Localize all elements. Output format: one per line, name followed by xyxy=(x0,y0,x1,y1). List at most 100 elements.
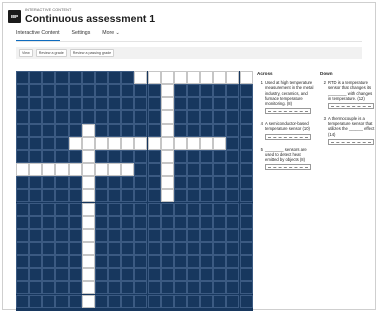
crossword-cell[interactable] xyxy=(160,71,174,85)
crossword-block xyxy=(94,84,108,98)
crossword-cell[interactable] xyxy=(68,163,82,177)
crossword-cell[interactable] xyxy=(226,71,240,85)
crossword-cell[interactable] xyxy=(213,71,227,85)
crossword-cell[interactable] xyxy=(81,149,95,163)
crossword-cell[interactable] xyxy=(55,163,69,177)
crossword-block xyxy=(16,176,30,190)
crossword-cell[interactable] xyxy=(213,136,227,150)
answer-input-across-4[interactable] xyxy=(265,133,311,140)
crossword-block xyxy=(186,97,201,111)
crossword-block xyxy=(239,84,253,98)
crossword-cell[interactable] xyxy=(160,163,174,177)
answer-input-across-1[interactable] xyxy=(265,108,311,115)
crossword-block xyxy=(226,123,240,137)
crossword-block xyxy=(226,84,240,98)
answer-input-down-2[interactable] xyxy=(328,103,374,110)
crossword-cell[interactable] xyxy=(81,163,95,177)
crossword-block xyxy=(42,255,56,269)
crossword-block xyxy=(226,189,240,203)
crossword-cell[interactable] xyxy=(108,163,122,177)
crossword-cell[interactable] xyxy=(186,71,201,85)
answer-input-across-5[interactable] xyxy=(265,164,311,171)
crossword-block xyxy=(68,123,82,137)
crossword-cell[interactable] xyxy=(108,136,122,150)
crossword-cell[interactable] xyxy=(134,136,148,150)
crossword-block xyxy=(186,202,201,216)
crossword-cell[interactable] xyxy=(186,136,201,150)
crossword-block xyxy=(121,149,135,163)
crossword-cell[interactable] xyxy=(68,136,82,150)
answer-input-down-3[interactable] xyxy=(328,138,374,145)
crossword-cell[interactable] xyxy=(81,215,95,229)
crossword-cell[interactable] xyxy=(147,71,161,85)
crossword-block xyxy=(134,176,148,190)
crossword-block xyxy=(94,110,108,124)
crossword-block xyxy=(213,268,227,282)
crossword-block xyxy=(121,281,135,295)
crossword-cell[interactable] xyxy=(160,189,174,203)
crossword-cell[interactable] xyxy=(121,163,135,177)
crossword-cell[interactable] xyxy=(173,136,187,150)
crossword-cell[interactable] xyxy=(94,136,108,150)
crossword-block xyxy=(94,228,108,242)
crossword-block xyxy=(134,202,148,216)
crossword-cell[interactable] xyxy=(81,268,95,282)
crossword-block xyxy=(108,294,122,308)
tab-more[interactable]: More ⌄ xyxy=(102,30,120,41)
crossword-block xyxy=(16,110,30,124)
crossword-cell[interactable] xyxy=(160,136,174,150)
crossword-cell[interactable] xyxy=(160,84,174,98)
review-passing-grade-button[interactable]: Review a passing grade xyxy=(69,49,115,57)
crossword-block xyxy=(29,189,43,203)
crossword-block xyxy=(186,281,201,295)
crossword-block xyxy=(55,215,69,229)
crossword-block xyxy=(186,176,201,190)
crossword-cell[interactable] xyxy=(94,163,108,177)
crossword-cell[interactable] xyxy=(160,123,174,137)
crossword-cell[interactable] xyxy=(200,136,214,150)
crossword-cell[interactable] xyxy=(81,228,95,242)
crossword-cell[interactable] xyxy=(81,281,95,295)
crossword-block xyxy=(226,110,240,124)
crossword-block xyxy=(55,189,69,203)
crossword-cell[interactable] xyxy=(81,176,95,190)
crossword-block xyxy=(16,136,30,150)
crossword-cell[interactable] xyxy=(42,163,56,177)
crossword-cell[interactable] xyxy=(29,163,43,177)
crossword-block xyxy=(186,255,201,269)
crossword-block xyxy=(186,149,201,163)
crossword-cell[interactable] xyxy=(173,71,187,85)
crossword-cell[interactable] xyxy=(134,71,148,85)
tab-settings[interactable]: Settings xyxy=(72,30,91,41)
crossword-cell[interactable] xyxy=(239,71,253,85)
crossword-cell[interactable] xyxy=(160,97,174,111)
crossword-cell[interactable] xyxy=(81,136,95,150)
crossword-cell[interactable] xyxy=(81,255,95,269)
crossword-cell[interactable] xyxy=(160,110,174,124)
crossword-block xyxy=(160,228,174,242)
crossword-cell[interactable] xyxy=(81,123,95,137)
crossword-cell[interactable] xyxy=(160,176,174,190)
crossword-block xyxy=(239,241,253,256)
crossword-block xyxy=(68,84,82,98)
crossword-block xyxy=(134,163,148,177)
crossword-block xyxy=(147,176,161,190)
crossword-cell[interactable] xyxy=(81,189,95,203)
crossword-block xyxy=(160,268,174,282)
crossword-cell[interactable] xyxy=(121,136,135,150)
crossword-cell[interactable] xyxy=(200,71,214,85)
crossword-block xyxy=(94,241,108,256)
review-grade-button[interactable]: Review a grade xyxy=(35,49,67,57)
crossword-cell[interactable] xyxy=(147,136,161,150)
crossword-cell[interactable] xyxy=(16,163,30,177)
crossword-block xyxy=(239,202,253,216)
crossword-cell[interactable] xyxy=(160,149,174,163)
crossword-block xyxy=(108,149,122,163)
crossword-cell[interactable] xyxy=(81,294,95,308)
tab-interactive-content[interactable]: Interactive Content xyxy=(16,30,60,41)
crossword-cell[interactable] xyxy=(81,202,95,216)
crossword-block xyxy=(173,241,187,256)
crossword-cell[interactable] xyxy=(81,241,95,256)
view-button[interactable]: View xyxy=(19,49,33,57)
crossword-block xyxy=(226,228,240,242)
